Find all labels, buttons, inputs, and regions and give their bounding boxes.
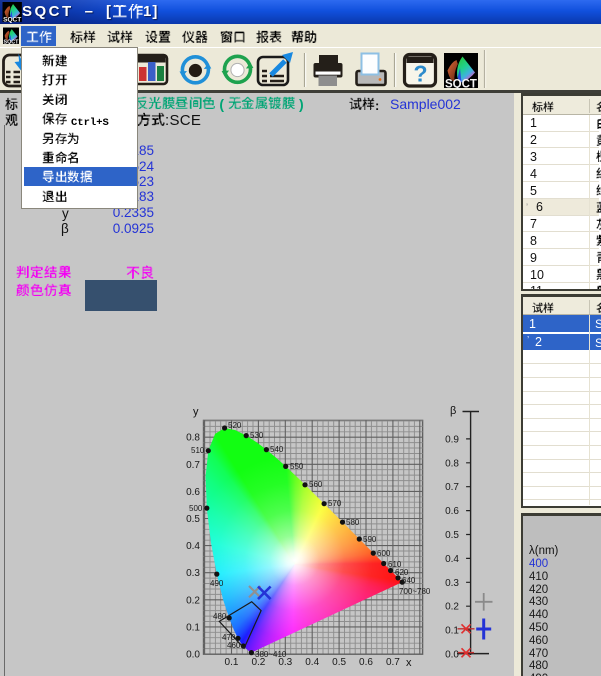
svg-text:0.2: 0.2	[445, 602, 459, 613]
svg-text:540: 540	[270, 445, 284, 454]
svg-text:0.7: 0.7	[186, 460, 200, 471]
svg-text:0.0: 0.0	[186, 650, 200, 661]
svg-text:600: 600	[377, 549, 391, 558]
svg-text:0.4: 0.4	[305, 657, 319, 668]
svg-text:530: 530	[250, 431, 264, 440]
svg-text:0.6: 0.6	[186, 487, 200, 498]
svg-text:0.5: 0.5	[186, 514, 200, 525]
svg-text:?: ?	[413, 61, 427, 87]
svg-text:0.4: 0.4	[186, 541, 200, 552]
svg-text:0.6: 0.6	[445, 506, 459, 517]
svg-text:0.5: 0.5	[445, 530, 459, 541]
svg-text:y: y	[193, 406, 199, 418]
svg-text:590: 590	[363, 535, 377, 544]
svg-text:570: 570	[328, 499, 342, 508]
svg-text:550: 550	[290, 462, 304, 471]
svg-text:0.1: 0.1	[445, 626, 459, 637]
svg-text:640: 640	[402, 576, 416, 585]
svg-text:700~780: 700~780	[399, 587, 431, 596]
svg-text:0.9: 0.9	[445, 434, 459, 445]
svg-text:0.2: 0.2	[251, 657, 265, 668]
svg-text:500: 500	[189, 504, 203, 513]
svg-text:0.0: 0.0	[445, 650, 459, 661]
svg-text:0.4: 0.4	[445, 554, 459, 565]
svg-text:0.7: 0.7	[386, 657, 400, 668]
svg-text:480: 480	[213, 612, 227, 621]
svg-text:560: 560	[309, 480, 323, 489]
svg-text:520: 520	[228, 421, 242, 430]
svg-text:0.3: 0.3	[278, 657, 292, 668]
svg-text:0.3: 0.3	[445, 578, 459, 589]
svg-text:0.1: 0.1	[225, 657, 239, 668]
svg-text:β: β	[450, 405, 456, 417]
svg-text:0.8: 0.8	[445, 458, 459, 469]
svg-text:x: x	[406, 657, 412, 669]
svg-text:490: 490	[210, 579, 224, 588]
svg-text:0.1: 0.1	[186, 622, 200, 633]
svg-text:510: 510	[191, 446, 205, 455]
svg-text:0.6: 0.6	[359, 657, 373, 668]
svg-text:0.5: 0.5	[332, 657, 346, 668]
svg-text:0.8: 0.8	[186, 433, 200, 444]
svg-text:0.2: 0.2	[186, 595, 200, 606]
svg-text:0.3: 0.3	[186, 568, 200, 579]
svg-text:580: 580	[346, 518, 360, 527]
svg-text:0.7: 0.7	[445, 482, 459, 493]
